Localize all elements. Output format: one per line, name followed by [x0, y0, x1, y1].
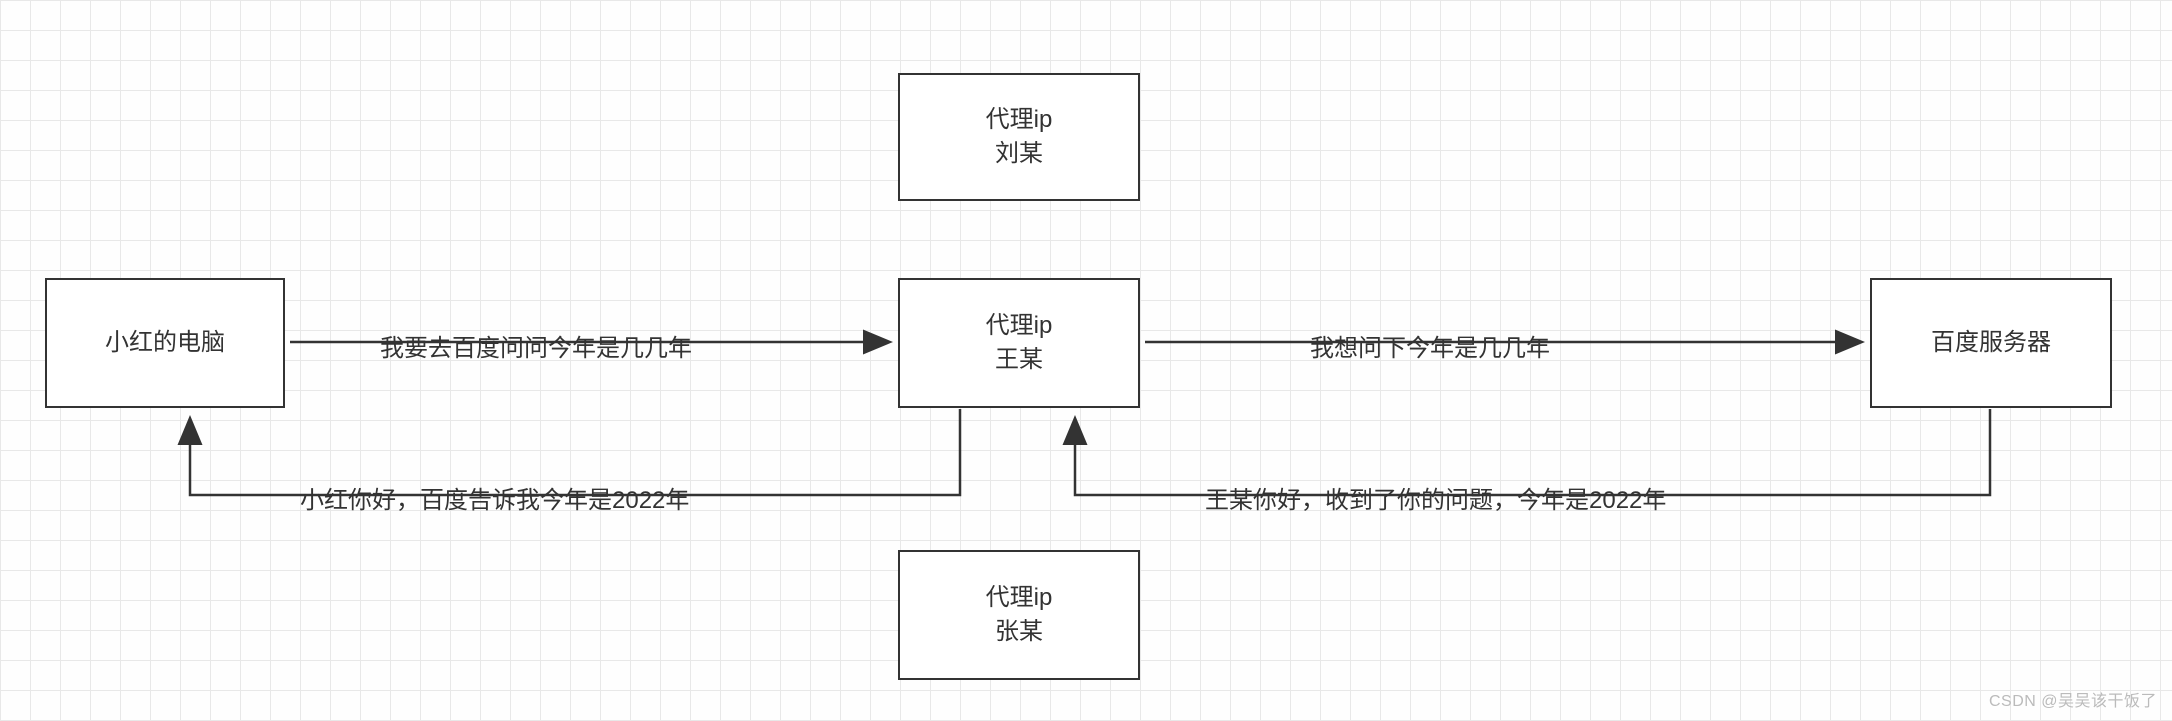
proxy-mid-node: 代理ip 王某: [898, 278, 1140, 408]
proxy-top-line2: 刘某: [995, 137, 1043, 171]
request-2-label: 我想问下今年是几几年: [1310, 328, 1550, 363]
proxy-bot-line1: 代理ip: [986, 581, 1053, 615]
response-1-label: 小红你好，百度告诉我今年是2022年: [300, 480, 689, 515]
response-2-label: 王某你好，收到了你的问题，今年是2022年: [1205, 480, 1666, 515]
proxy-bot-line2: 张某: [995, 615, 1043, 649]
proxy-mid-line2: 王某: [995, 343, 1043, 377]
server-node: 百度服务器: [1870, 278, 2112, 408]
watermark: CSDN @吴吴该干饭了: [1989, 687, 2157, 711]
proxy-bot-node: 代理ip 张某: [898, 550, 1140, 680]
client-label: 小红的电脑: [105, 326, 225, 360]
proxy-mid-line1: 代理ip: [986, 309, 1053, 343]
proxy-top-node: 代理ip 刘某: [898, 73, 1140, 201]
proxy-top-line1: 代理ip: [986, 103, 1053, 137]
server-label: 百度服务器: [1931, 326, 2051, 360]
request-1-label: 我要去百度问问今年是几几年: [380, 328, 692, 363]
client-node: 小红的电脑: [45, 278, 285, 408]
